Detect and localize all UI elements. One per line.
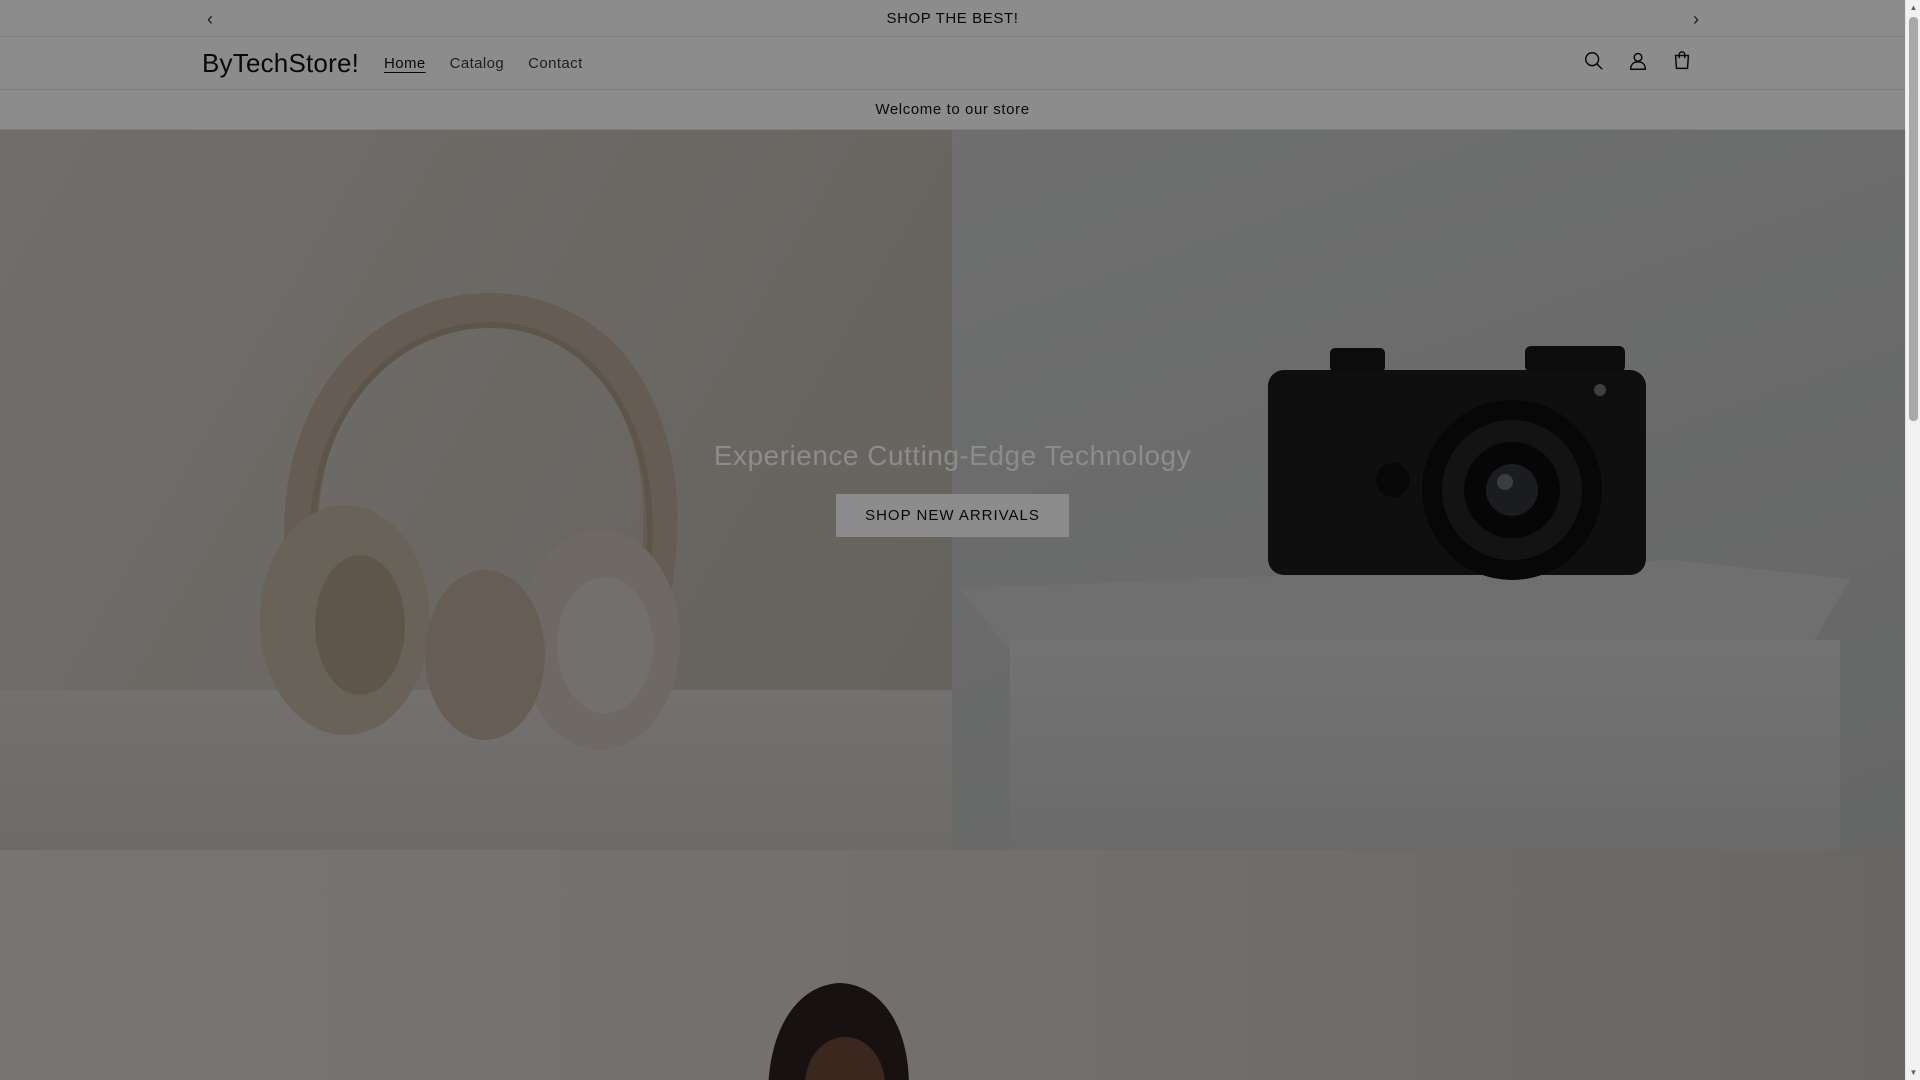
- chevron-right-icon[interactable]: ›: [1686, 9, 1706, 29]
- site-header: ByTechStore! Home Catalog Contact: [0, 37, 1905, 90]
- hero-content: Experience Cutting-Edge Technology SHOP …: [0, 440, 1905, 537]
- welcome-text: Welcome to our store: [875, 101, 1030, 118]
- scrollbar-thumb[interactable]: [1909, 17, 1918, 421]
- nav-catalog[interactable]: Catalog: [450, 55, 505, 72]
- search-icon[interactable]: [1582, 49, 1606, 73]
- person-image: [768, 983, 909, 1080]
- scroll-up-icon[interactable]: ▲: [1906, 0, 1920, 15]
- welcome-bar: Welcome to our store: [0, 90, 1905, 130]
- hero-title: Experience Cutting-Edge Technology: [713, 440, 1192, 471]
- next-banner: [0, 850, 1905, 1080]
- header-icons: [1582, 49, 1694, 73]
- nav-contact[interactable]: Contact: [528, 55, 583, 72]
- scroll-down-icon[interactable]: ▼: [1906, 1065, 1920, 1080]
- announcement-bar: ‹ SHOP THE BEST! ›: [0, 0, 1905, 37]
- main-nav: Home Catalog Contact: [384, 55, 607, 72]
- hero-banner: Experience Cutting-Edge Technology SHOP …: [0, 130, 1905, 850]
- store-logo[interactable]: ByTechStore!: [202, 48, 359, 79]
- account-icon[interactable]: [1626, 49, 1650, 73]
- cart-icon[interactable]: [1670, 49, 1694, 73]
- shop-new-arrivals-button[interactable]: SHOP NEW ARRIVALS: [836, 494, 1069, 537]
- page: ‹ SHOP THE BEST! › ByTechStore! Home Cat…: [0, 0, 1905, 1080]
- nav-home[interactable]: Home: [384, 55, 426, 72]
- page-scrollbar[interactable]: ▲ ▼: [1905, 0, 1920, 1080]
- announcement-text: SHOP THE BEST!: [886, 10, 1019, 27]
